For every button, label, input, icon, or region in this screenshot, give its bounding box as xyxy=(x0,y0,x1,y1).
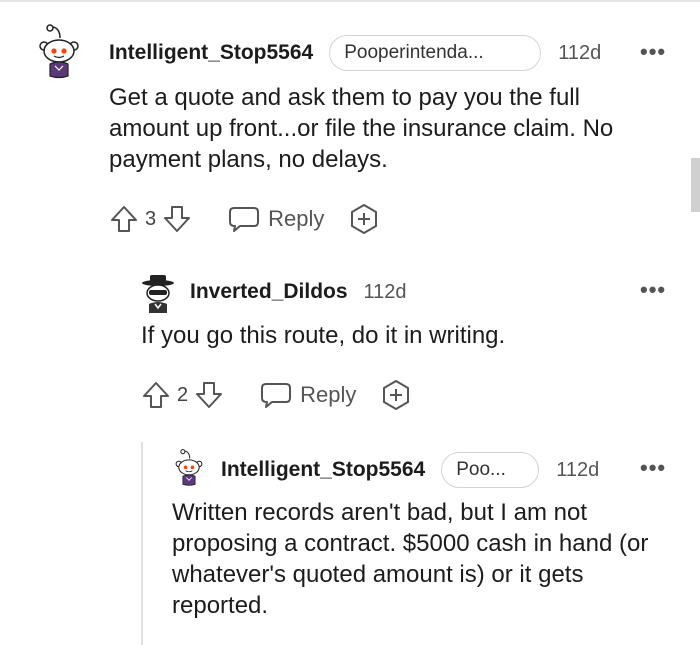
comment-header: Inverted_Dildos 112d xyxy=(190,280,407,304)
comment-age: 112d xyxy=(558,41,602,64)
comment-3: Intelligent_Stop5564 Poo... 112d ••• Wri… xyxy=(0,430,700,645)
speech-bubble-icon xyxy=(229,207,260,232)
downvote-arrow-icon[interactable] xyxy=(162,204,192,234)
user-flair: Pooperintenda... xyxy=(329,35,542,71)
reply-button[interactable]: Reply xyxy=(228,204,324,234)
vote-score: 2 xyxy=(177,383,189,406)
username[interactable]: Intelligent_Stop5564 xyxy=(221,458,425,482)
award-plus-icon[interactable] xyxy=(348,203,380,235)
more-options-icon[interactable]: ••• xyxy=(640,455,666,481)
snoo-avatar-icon[interactable] xyxy=(34,24,84,80)
comment-header: Intelligent_Stop5564 Poo... 112d xyxy=(221,452,599,488)
more-options-icon[interactable]: ••• xyxy=(640,277,666,303)
user-flair: Poo... xyxy=(441,452,540,488)
comment-body: Get a quote and ask them to pay you the … xyxy=(109,84,614,173)
username[interactable]: Inverted_Dildos xyxy=(190,280,348,304)
comment-1: Intelligent_Stop5564 Pooperintenda... 11… xyxy=(0,0,700,250)
reply-label: Reply xyxy=(300,382,357,407)
more-options-icon[interactable]: ••• xyxy=(640,39,666,65)
snoo-avatar-icon[interactable] xyxy=(172,448,206,488)
comment-actions: 2 Reply xyxy=(141,379,412,411)
reply-button[interactable]: Reply xyxy=(260,380,356,410)
username[interactable]: Intelligent_Stop5564 xyxy=(109,41,313,65)
comment-age: 112d xyxy=(363,280,407,303)
speech-bubble-icon xyxy=(261,383,292,408)
upvote-arrow-icon[interactable] xyxy=(109,204,139,234)
award-plus-icon[interactable] xyxy=(380,379,412,411)
comment-header: Intelligent_Stop5564 Pooperintenda... 11… xyxy=(109,35,601,71)
upvote-arrow-icon[interactable] xyxy=(141,380,171,410)
reply-label: Reply xyxy=(268,206,325,231)
comment-body: Written records aren't bad, but I am not… xyxy=(172,499,649,619)
comment-2: Inverted_Dildos 112d ••• If you go this … xyxy=(0,250,700,430)
comment-body: If you go this route, do it in writing. xyxy=(141,322,506,349)
comment-actions: 3 Reply xyxy=(109,203,380,235)
vote-score: 3 xyxy=(145,207,157,230)
snoo-detective-avatar-icon[interactable] xyxy=(141,274,175,314)
comment-age: 112d xyxy=(556,458,600,481)
downvote-arrow-icon[interactable] xyxy=(194,380,224,410)
